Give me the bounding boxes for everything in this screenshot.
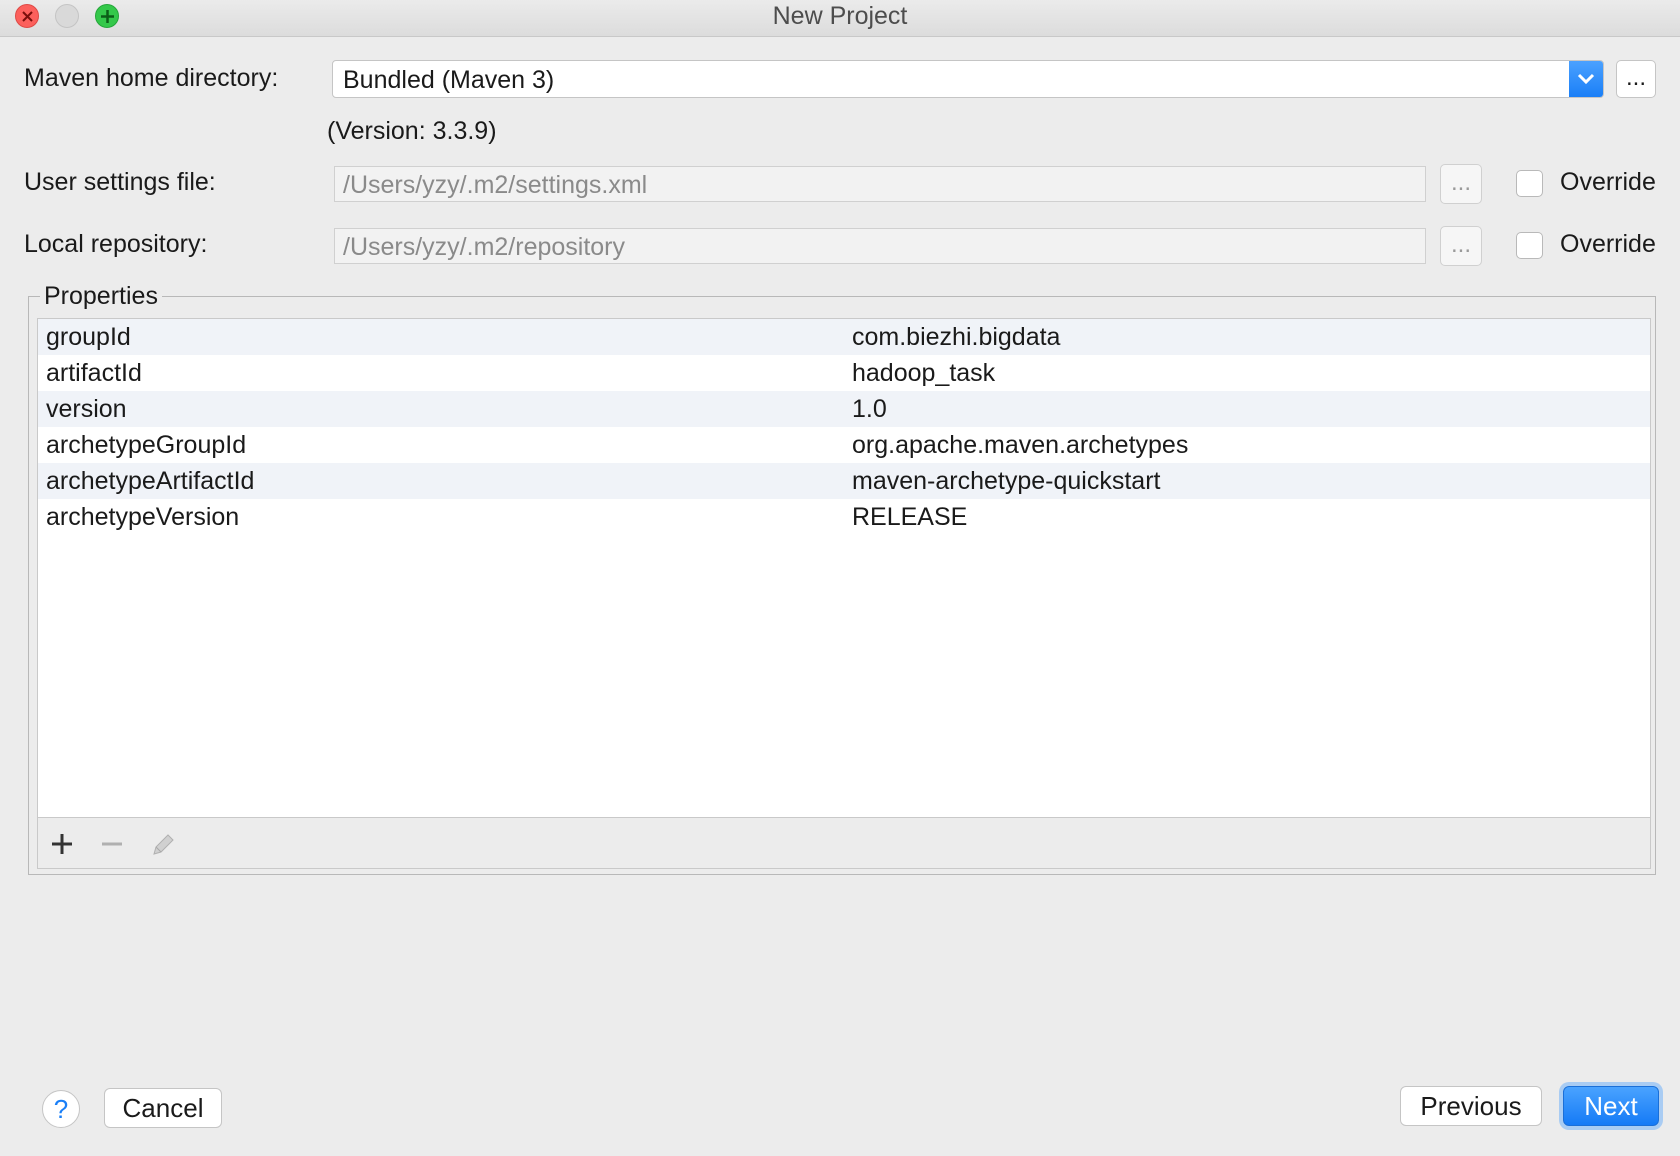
table-row[interactable]: artifactId hadoop_task bbox=[38, 355, 1650, 391]
table-row[interactable]: archetypeArtifactId maven-archetype-quic… bbox=[38, 463, 1650, 499]
property-value: RELEASE bbox=[852, 503, 968, 531]
window-title: New Project bbox=[772, 2, 908, 30]
table-row[interactable]: groupId com.biezhi.bigdata bbox=[38, 319, 1650, 355]
minus-icon bbox=[102, 842, 122, 846]
local-repo-override-label: Override bbox=[1560, 230, 1656, 258]
user-settings-override-label: Override bbox=[1560, 168, 1656, 196]
local-repo-label: Local repository: bbox=[24, 230, 208, 258]
local-repo-browse-button[interactable]: ... bbox=[1440, 226, 1482, 266]
property-key: artifactId bbox=[46, 359, 142, 387]
maven-home-label: Maven home directory: bbox=[24, 64, 279, 92]
local-repo-field[interactable]: /Users/yzy/.m2/repository bbox=[334, 228, 1426, 264]
next-button[interactable]: Next bbox=[1563, 1086, 1659, 1126]
local-repo-override-checkbox[interactable] bbox=[1516, 232, 1543, 259]
cancel-button[interactable]: Cancel bbox=[104, 1088, 222, 1128]
add-property-button[interactable] bbox=[48, 830, 76, 858]
properties-toolbar bbox=[37, 817, 1651, 869]
maven-home-dropdown-button[interactable] bbox=[1569, 61, 1603, 97]
property-value: hadoop_task bbox=[852, 359, 996, 387]
edit-property-button[interactable] bbox=[148, 830, 176, 858]
maven-home-select[interactable]: Bundled (Maven 3) bbox=[332, 60, 1604, 98]
remove-property-button[interactable] bbox=[98, 830, 126, 858]
maven-home-value: Bundled (Maven 3) bbox=[343, 66, 555, 94]
local-repo-value: /Users/yzy/.m2/repository bbox=[343, 233, 626, 261]
maven-home-browse-button[interactable]: ... bbox=[1616, 60, 1656, 98]
user-settings-override-checkbox[interactable] bbox=[1516, 170, 1543, 197]
property-key: groupId bbox=[46, 323, 131, 351]
plus-icon bbox=[52, 834, 72, 854]
property-key: archetypeArtifactId bbox=[46, 467, 255, 495]
user-settings-label: User settings file: bbox=[24, 168, 216, 196]
pencil-icon bbox=[153, 834, 174, 855]
title-bar: New Project bbox=[0, 0, 1680, 37]
user-settings-value: /Users/yzy/.m2/settings.xml bbox=[343, 171, 648, 199]
property-key: version bbox=[46, 395, 127, 423]
property-value: com.biezhi.bigdata bbox=[852, 323, 1061, 351]
property-value: maven-archetype-quickstart bbox=[852, 467, 1161, 495]
chevron-down-icon bbox=[1577, 73, 1595, 85]
previous-button[interactable]: Previous bbox=[1400, 1086, 1542, 1126]
user-settings-field[interactable]: /Users/yzy/.m2/settings.xml bbox=[334, 166, 1426, 202]
property-value: 1.0 bbox=[852, 395, 887, 423]
user-settings-browse-button[interactable]: ... bbox=[1440, 164, 1482, 204]
table-row[interactable]: archetypeVersion RELEASE bbox=[38, 499, 1650, 535]
property-key: archetypeGroupId bbox=[46, 431, 247, 459]
properties-table: groupId com.biezhi.bigdata artifactId ha… bbox=[37, 318, 1651, 818]
properties-title: Properties bbox=[40, 282, 162, 311]
help-button[interactable]: ? bbox=[42, 1090, 80, 1128]
property-value: org.apache.maven.archetypes bbox=[852, 431, 1189, 459]
table-row[interactable]: version 1.0 bbox=[38, 391, 1650, 427]
maven-version-text: (Version: 3.3.9) bbox=[327, 117, 497, 145]
table-row[interactable]: archetypeGroupId org.apache.maven.archet… bbox=[38, 427, 1650, 463]
property-key: archetypeVersion bbox=[46, 503, 240, 531]
